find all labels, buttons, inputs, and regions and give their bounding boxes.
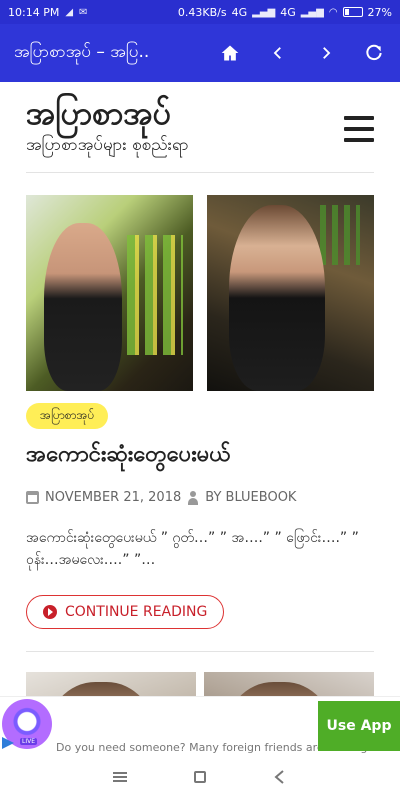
site-header: အပြာစာအုပ် အပြာစာအုပ်များ စုစည်းရာ [0, 82, 400, 164]
page-content: အပြာစာအုပ် အပြာစာအုပ်များ စုစည်းရာ အပြာစ… [0, 82, 400, 698]
notification-icon-2: ✉ [79, 6, 88, 18]
back-icon [274, 770, 284, 784]
menu-line [344, 127, 374, 131]
next-photo-right [204, 672, 374, 698]
status-time: 10:14 PM [8, 5, 60, 19]
calendar-icon [26, 491, 39, 504]
site-subtitle: အပြာစာအုပ်များ စုစည်းရာ [26, 135, 189, 155]
post-meta: NOVEMBER 21, 2018 BY BLUEBOOK [26, 490, 374, 505]
home-icon [221, 45, 239, 61]
post-divider [26, 651, 374, 652]
user-icon [187, 490, 199, 505]
post-title[interactable]: အကောင်းဆုံးတွေပေးမယ် [26, 439, 374, 472]
signal-4g-2: 4G [280, 5, 296, 19]
category-badge[interactable]: အပြာစာအုပ် [26, 403, 109, 429]
battery-icon [342, 7, 363, 17]
hamburger-menu-icon[interactable] [344, 116, 374, 142]
site-branding: အပြာစာအုပ် အပြာစာအုပ်များ စုစည်းရာ [26, 94, 189, 159]
play-circle-icon [43, 605, 57, 619]
status-bar: 10:14 PM ◢ ✉ 0.43KB/s 4G ▂▄▆ 4G ▂▄▆ ◠ 27… [0, 0, 400, 24]
chevron-right-icon [323, 47, 331, 59]
app-title: အပြာစာအုပ် – အပြ.. [14, 41, 150, 62]
battery-percent: 27% [367, 5, 392, 19]
system-back-button[interactable] [265, 762, 295, 792]
refresh-icon [366, 44, 382, 61]
chevron-left-icon [273, 47, 281, 59]
continue-reading-label: CONTINUE READING [65, 604, 208, 620]
post-excerpt: အကောင်းဆုံးတွေပေးမယ် ” ဂွတ်…” ” အ….” ” ဖ… [26, 530, 359, 568]
post-date[interactable]: NOVEMBER 21, 2018 [45, 490, 181, 505]
continue-reading-button[interactable]: CONTINUE READING [26, 595, 225, 629]
photo-person [229, 205, 325, 391]
featured-photo-left [26, 195, 193, 391]
system-home-button[interactable] [185, 762, 215, 792]
wifi-icon: ◠ [328, 6, 338, 18]
header-divider [26, 172, 374, 173]
system-nav-bar [0, 754, 400, 800]
post-author[interactable]: BY BLUEBOOK [205, 490, 296, 505]
recent-apps-button[interactable] [105, 762, 135, 792]
photo-person [44, 223, 122, 391]
recent-apps-icon [113, 772, 127, 782]
next-photo-left [26, 672, 196, 698]
status-right: 0.43KB/s 4G ▂▄▆ 4G ▂▄▆ ◠ 27% [178, 6, 392, 19]
signal-bars-icon-2: ▂▄▆ [300, 6, 324, 18]
photo-background-detail [320, 205, 360, 265]
notification-icon: ◢ [65, 6, 74, 18]
status-left: 10:14 PM ◢ ✉ [8, 6, 87, 19]
menu-line [344, 138, 374, 142]
next-post-image[interactable] [26, 672, 374, 698]
site-title[interactable]: အပြာစာအုပ် [26, 94, 189, 132]
use-app-button[interactable]: Use App [318, 701, 400, 751]
home-button[interactable] [216, 39, 244, 67]
photo-background-detail [127, 235, 183, 355]
ad-banner[interactable]: LIVE Do you need someone? Many foreign f… [0, 696, 400, 754]
live-badge: LIVE [20, 738, 38, 745]
signal-bars-icon: ▂▄▆ [252, 6, 276, 18]
signal-4g-1: 4G [231, 5, 248, 19]
network-speed: 0.43KB/s [177, 5, 227, 19]
post-featured-image[interactable] [26, 195, 374, 391]
battery-fill [344, 9, 349, 15]
forward-page-button[interactable] [312, 39, 340, 67]
app-actions [216, 39, 388, 67]
refresh-button[interactable] [360, 39, 388, 67]
menu-line [344, 116, 374, 120]
featured-photo-right [207, 195, 374, 391]
home-square-icon [194, 771, 206, 783]
app-bar: အပြာစာအုပ် – အပြ.. [0, 24, 400, 82]
back-page-button[interactable] [264, 39, 292, 67]
